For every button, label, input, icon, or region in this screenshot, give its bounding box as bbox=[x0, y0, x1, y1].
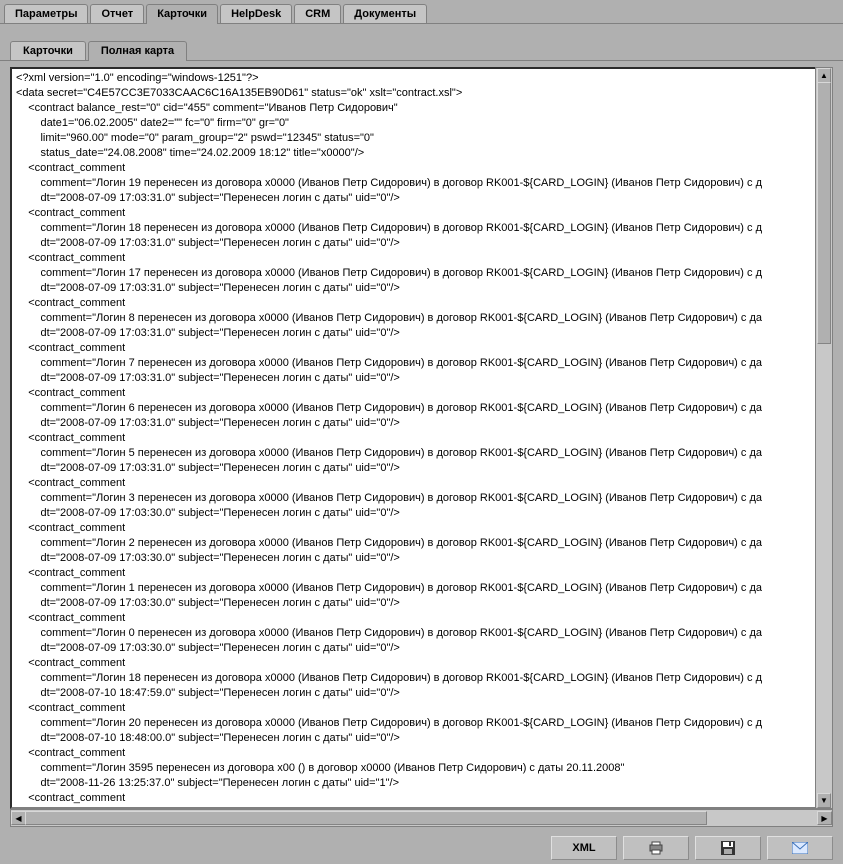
scroll-right-arrow-icon[interactable]: ▶ bbox=[817, 811, 832, 825]
vscroll-thumb[interactable] bbox=[817, 82, 831, 344]
print-button[interactable] bbox=[623, 836, 689, 860]
tab-params[interactable]: Параметры bbox=[4, 4, 88, 23]
xml-text-area[interactable]: <?xml version="1.0" encoding="windows-12… bbox=[10, 67, 833, 809]
content-panel: <?xml version="1.0" encoding="windows-12… bbox=[8, 65, 835, 829]
scroll-left-arrow-icon[interactable]: ◀ bbox=[11, 811, 26, 825]
scroll-up-arrow-icon[interactable]: ▲ bbox=[817, 68, 831, 83]
vertical-scrollbar[interactable]: ▲ ▼ bbox=[815, 67, 833, 809]
save-button[interactable] bbox=[695, 836, 761, 860]
bottom-toolbar: XML bbox=[0, 832, 843, 864]
sub-tabbar: Карточки Полная карта bbox=[0, 24, 843, 61]
envelope-icon bbox=[792, 842, 808, 854]
hscroll-thumb[interactable] bbox=[25, 811, 707, 825]
subtab-cards[interactable]: Карточки bbox=[10, 41, 86, 60]
xml-button[interactable]: XML bbox=[551, 836, 617, 860]
top-tabbar: Параметры Отчет Карточки HelpDesk CRM До… bbox=[0, 0, 843, 24]
horizontal-scrollbar[interactable]: ◀ ▶ bbox=[10, 809, 833, 827]
scroll-down-arrow-icon[interactable]: ▼ bbox=[817, 793, 831, 808]
tab-docs[interactable]: Документы bbox=[343, 4, 427, 23]
printer-icon bbox=[648, 841, 664, 855]
mail-button[interactable] bbox=[767, 836, 833, 860]
floppy-disk-icon bbox=[721, 841, 735, 855]
tab-helpdesk[interactable]: HelpDesk bbox=[220, 4, 292, 23]
subtab-fullmap[interactable]: Полная карта bbox=[88, 41, 187, 61]
xml-button-label: XML bbox=[572, 842, 595, 854]
tab-report[interactable]: Отчет bbox=[90, 4, 144, 23]
app-window: Параметры Отчет Карточки HelpDesk CRM До… bbox=[0, 0, 843, 864]
tab-crm[interactable]: CRM bbox=[294, 4, 341, 23]
tab-cards[interactable]: Карточки bbox=[146, 4, 218, 24]
